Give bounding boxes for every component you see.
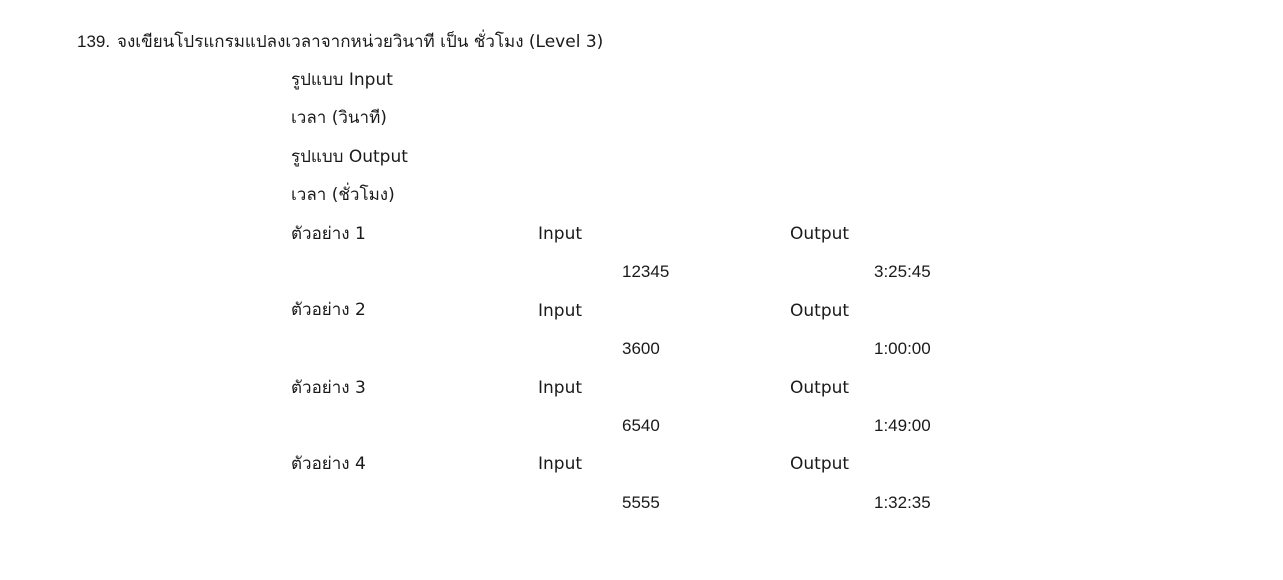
example-output-label: Output (790, 454, 850, 474)
example-output-value: 1:32:35 (874, 493, 931, 512)
example-input-value: 6540 (622, 416, 660, 435)
example-label: ตัวอย่าง 2 (291, 300, 366, 320)
input-format-heading: รูปแบบ Input (291, 70, 393, 90)
example-label: ตัวอย่าง 1 (291, 224, 366, 244)
output-format-heading: รูปแบบ Output (291, 147, 408, 167)
example-input-value: 5555 (622, 493, 660, 512)
example-input-value: 3600 (622, 339, 660, 358)
example-output-label: Output (790, 378, 850, 398)
input-format-description: เวลา (วินาที) (291, 108, 387, 128)
example-output-label: Output (790, 224, 850, 244)
example-input-label: Input (538, 378, 583, 398)
problem-number: 139. (77, 32, 111, 51)
example-output-value: 3:25:45 (874, 262, 931, 281)
example-input-label: Input (538, 301, 583, 321)
example-output-label: Output (790, 301, 850, 321)
output-format-description: เวลา (ชั่วโมง) (291, 185, 395, 205)
example-label: ตัวอย่าง 4 (291, 454, 366, 474)
example-label: ตัวอย่าง 3 (291, 378, 366, 398)
problem-title: จงเขียนโปรแกรมแปลงเวลาจากหน่วยวินาที เป็… (117, 32, 604, 52)
example-output-value: 1:49:00 (874, 416, 931, 435)
example-output-value: 1:00:00 (874, 339, 931, 358)
example-input-label: Input (538, 454, 583, 474)
example-input-value: 12345 (622, 262, 670, 281)
example-input-label: Input (538, 224, 583, 244)
